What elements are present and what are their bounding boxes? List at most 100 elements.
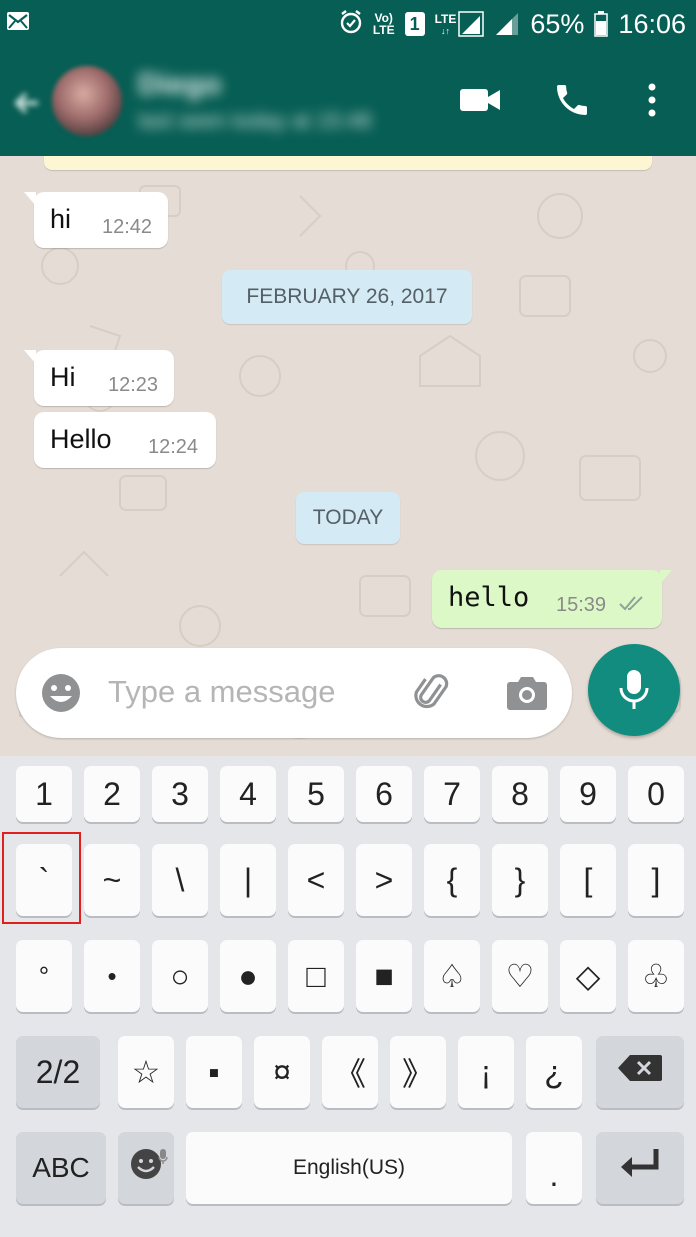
message-composer: Type a message xyxy=(16,648,572,738)
key-label: [ xyxy=(583,861,593,898)
date-divider: FEBRUARY 26, 2017 xyxy=(222,270,472,324)
incoming-message[interactable]: Hi 12:23 xyxy=(24,350,174,406)
key-degree[interactable]: ° xyxy=(16,940,72,1012)
voice-call-icon[interactable] xyxy=(552,80,592,125)
key-emoji[interactable] xyxy=(118,1132,174,1204)
message-text: Hi xyxy=(50,362,76,392)
key-label: ABC xyxy=(32,1152,90,1183)
key-black-circle[interactable]: ● xyxy=(220,940,276,1012)
back-arrow-icon[interactable] xyxy=(10,86,44,125)
key-less-than[interactable]: < xyxy=(288,844,344,916)
key-spade[interactable]: ♤ xyxy=(424,940,480,1012)
key-label: } xyxy=(514,861,526,898)
camera-icon[interactable] xyxy=(506,674,548,717)
key-inverted-question[interactable]: ¿ xyxy=(526,1036,582,1108)
key-left-brace[interactable]: { xyxy=(424,844,480,916)
key-pipe[interactable]: | xyxy=(220,844,276,916)
lte-indicator: LTE ↓↑ xyxy=(435,11,485,37)
key-page-toggle[interactable]: 2/2 xyxy=(16,1036,100,1108)
key-4[interactable]: 4 xyxy=(220,766,276,822)
voice-record-button[interactable] xyxy=(588,644,680,736)
key-label: 5 xyxy=(307,775,325,812)
key-tilde[interactable]: ~ xyxy=(84,844,140,916)
key-label: 3 xyxy=(171,775,189,812)
key-black-square[interactable]: ■ xyxy=(356,940,412,1012)
contact-name[interactable]: Diego xyxy=(138,68,221,102)
key-bullet[interactable]: • xyxy=(84,940,140,1012)
battery-percent: 65% xyxy=(530,8,585,39)
incoming-message[interactable]: Hello 12:24 xyxy=(34,412,216,468)
key-label: 》 xyxy=(401,1056,434,1092)
key-label: 《 xyxy=(333,1056,366,1092)
pinned-notice xyxy=(44,156,652,170)
emoji-icon[interactable] xyxy=(40,672,82,719)
key-label: ☆ xyxy=(131,1054,161,1090)
key-label: ] xyxy=(651,861,661,898)
message-input[interactable]: Type a message xyxy=(108,674,335,710)
key-3[interactable]: 3 xyxy=(152,766,208,822)
key-label: 2/2 xyxy=(35,1053,81,1090)
incoming-message[interactable]: hi 12:42 xyxy=(24,192,168,248)
key-backslash[interactable]: \ xyxy=(152,844,208,916)
status-bar: Vo) LTE 1 LTE ↓↑ 65% 16:06 xyxy=(0,0,696,46)
key-space[interactable]: English(US) xyxy=(186,1132,512,1204)
message-text: hello xyxy=(448,582,530,613)
volte-indicator: Vo) LTE xyxy=(373,12,395,36)
key-greater-than[interactable]: > xyxy=(356,844,412,916)
key-right-brace[interactable]: } xyxy=(492,844,548,916)
key-period[interactable]: . xyxy=(526,1132,582,1204)
key-backspace[interactable] xyxy=(596,1036,684,1108)
key-7[interactable]: 7 xyxy=(424,766,480,822)
key-9[interactable]: 9 xyxy=(560,766,616,822)
highlighted-key-outline xyxy=(2,832,81,924)
key-white-circle[interactable]: ○ xyxy=(152,940,208,1012)
key-label: English(US) xyxy=(292,1156,406,1179)
key-inverted-exclamation[interactable]: ¡ xyxy=(458,1036,514,1108)
key-enter[interactable] xyxy=(596,1132,684,1204)
key-left-bracket[interactable]: [ xyxy=(560,844,616,916)
contact-avatar[interactable] xyxy=(52,66,122,136)
key-label: • xyxy=(107,960,117,991)
contact-status: last seen today at 15:48 xyxy=(138,108,372,133)
key-diamond[interactable]: ◇ xyxy=(560,940,616,1012)
key-label: 6 xyxy=(375,775,393,812)
message-text: Hello xyxy=(50,424,112,454)
signal-icon-2 xyxy=(496,13,519,35)
key-label: 4 xyxy=(239,775,257,812)
sim-indicator: 1 xyxy=(404,12,425,36)
voice-input-hint-icon xyxy=(158,1136,168,1173)
key-5[interactable]: 5 xyxy=(288,766,344,822)
key-club[interactable]: ♧ xyxy=(628,940,684,1012)
data-arrows-icon: ↓↑ xyxy=(440,26,450,36)
more-options-icon[interactable] xyxy=(640,80,664,125)
alarm-icon xyxy=(339,9,363,40)
key-heart[interactable]: ♡ xyxy=(492,940,548,1012)
key-label: ♡ xyxy=(505,958,535,994)
key-abc[interactable]: ABC xyxy=(16,1132,106,1204)
battery-icon xyxy=(594,11,609,37)
key-0[interactable]: 0 xyxy=(628,766,684,822)
key-small-square[interactable]: ▪ xyxy=(186,1036,242,1108)
key-label: \ xyxy=(175,861,185,898)
attach-icon[interactable] xyxy=(412,672,454,719)
video-call-icon[interactable] xyxy=(458,80,502,125)
key-8[interactable]: 8 xyxy=(492,766,548,822)
key-currency[interactable]: ¤ xyxy=(254,1036,310,1108)
volte-bottom-label: LTE xyxy=(372,23,395,37)
bubble-tail xyxy=(24,192,36,206)
key-2[interactable]: 2 xyxy=(84,766,140,822)
key-double-angle-left[interactable]: 《 xyxy=(322,1036,378,1108)
key-double-angle-right[interactable]: 》 xyxy=(390,1036,446,1108)
key-1[interactable]: 1 xyxy=(16,766,72,822)
key-label: ■ xyxy=(374,957,394,994)
key-star[interactable]: ☆ xyxy=(118,1036,174,1108)
message-text: hi xyxy=(50,204,72,234)
key-label: < xyxy=(306,861,326,898)
message-time: 12:24 xyxy=(148,436,199,458)
key-label: ♧ xyxy=(641,958,671,994)
key-label: ◇ xyxy=(575,958,601,994)
key-6[interactable]: 6 xyxy=(356,766,412,822)
outgoing-message[interactable]: hello 15:39 xyxy=(432,570,672,628)
key-white-square[interactable]: □ xyxy=(288,940,344,1012)
key-right-bracket[interactable]: ] xyxy=(628,844,684,916)
